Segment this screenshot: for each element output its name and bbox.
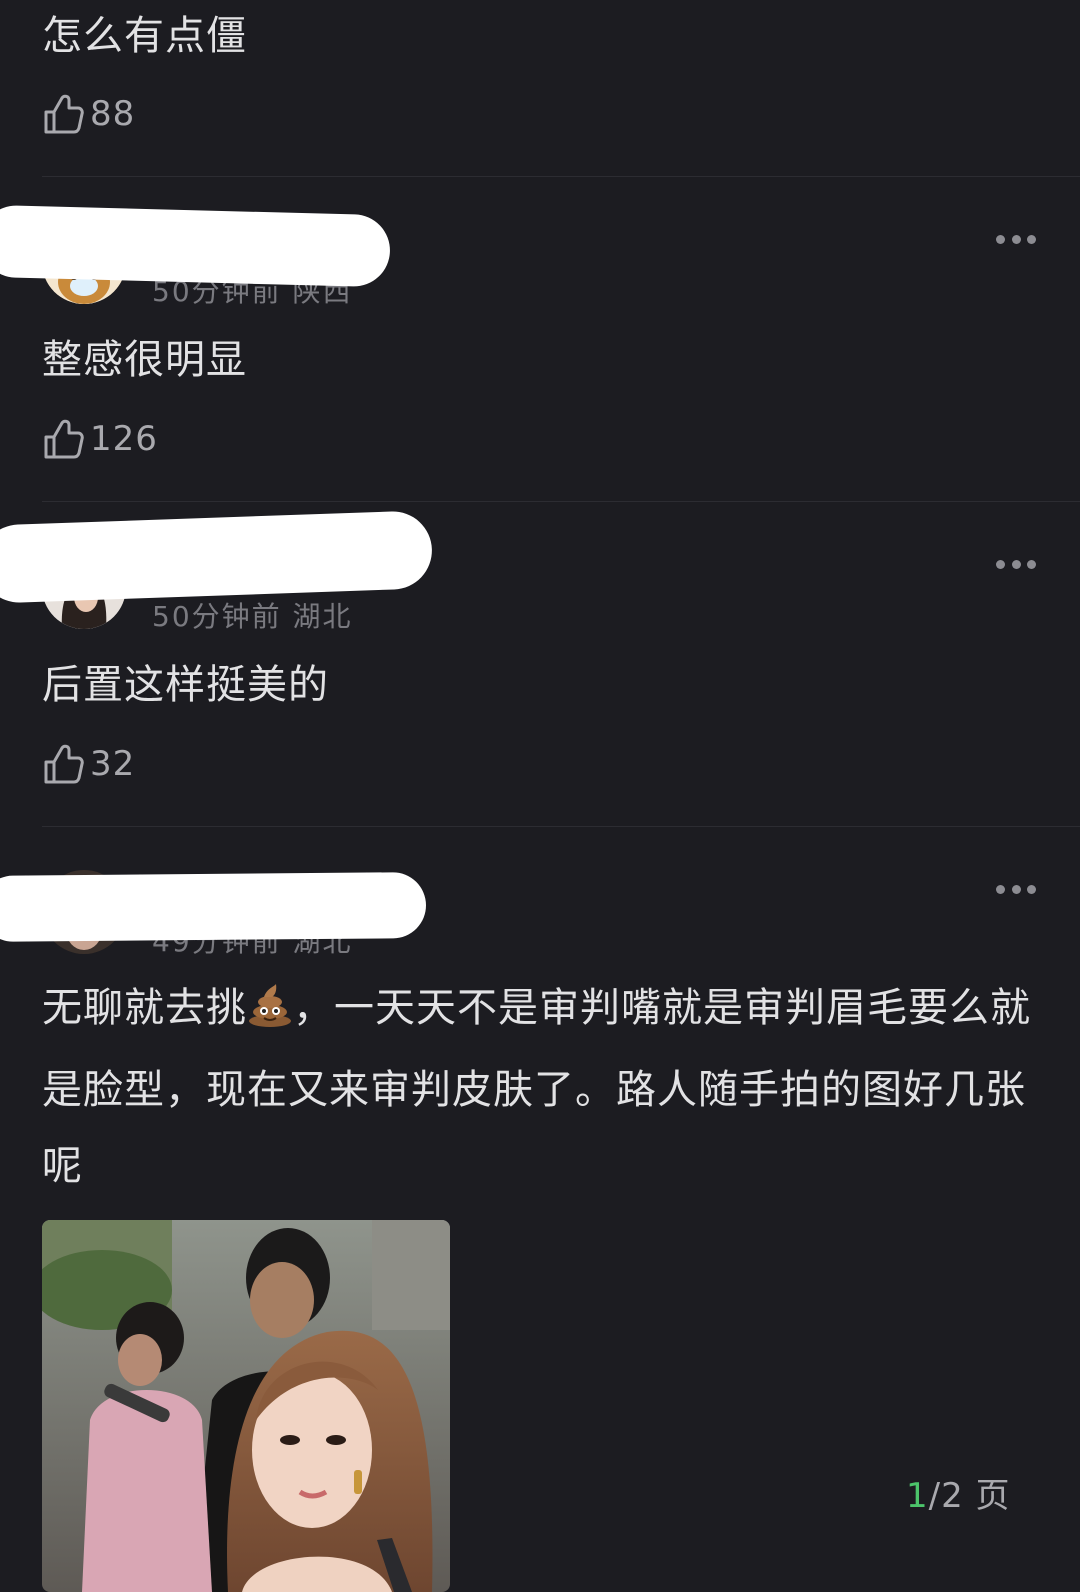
dot-icon <box>1011 559 1021 569</box>
like-count: 88 <box>90 94 136 134</box>
redaction-mark <box>0 204 391 288</box>
comment-text: 整感很明显 <box>42 337 247 383</box>
dot-icon <box>1027 234 1036 244</box>
dot-icon <box>1027 884 1036 894</box>
dot-icon <box>996 234 1005 244</box>
like-button[interactable]: 88 <box>42 90 135 138</box>
pile-of-poo-icon <box>247 976 293 1052</box>
more-options-button[interactable] <box>996 883 1036 895</box>
like-button[interactable]: 126 <box>42 415 158 463</box>
like-count: 32 <box>90 744 136 784</box>
comment-text: 无聊就去挑 ，一天天不是审判嘴就是审判眉毛要么就是脸型，现在又来审判皮肤了。路人… <box>42 970 1040 1204</box>
dot-icon <box>1027 559 1036 569</box>
image-pager: 1/2 页 <box>906 1468 1011 1517</box>
comment-meta: 50分钟前 湖北 <box>152 600 353 633</box>
more-options-button[interactable] <box>996 558 1036 570</box>
pager-current: 1 <box>906 1476 929 1516</box>
like-button[interactable]: 32 <box>42 740 135 788</box>
divider <box>42 176 1080 177</box>
like-count: 126 <box>90 419 158 459</box>
street-photo-image <box>42 1220 450 1592</box>
divider <box>42 826 1080 827</box>
dot-icon <box>1011 234 1021 244</box>
pager-total: /2 页 <box>928 1476 1011 1516</box>
dot-icon <box>996 884 1005 894</box>
comment-image[interactable] <box>42 1220 450 1592</box>
comment-text-before-emoji: 无聊就去挑 <box>42 985 247 1031</box>
more-options-button[interactable] <box>996 233 1036 245</box>
divider <box>42 501 1080 502</box>
comment-text: 怎么有点僵 <box>42 13 247 59</box>
dot-icon <box>1011 884 1021 894</box>
comment-feed: 怎么有点僵 88 50分钟前 陕西 整感很明显 126 50分钟前 湖北 后置这… <box>0 0 1080 1592</box>
redaction-mark <box>0 872 427 942</box>
redaction-mark <box>0 510 434 604</box>
thumbs-up-icon <box>44 94 84 134</box>
thumbs-up-icon <box>44 744 84 784</box>
comment-text: 后置这样挺美的 <box>42 662 329 708</box>
thumbs-up-icon <box>44 419 84 459</box>
dot-icon <box>996 559 1005 569</box>
